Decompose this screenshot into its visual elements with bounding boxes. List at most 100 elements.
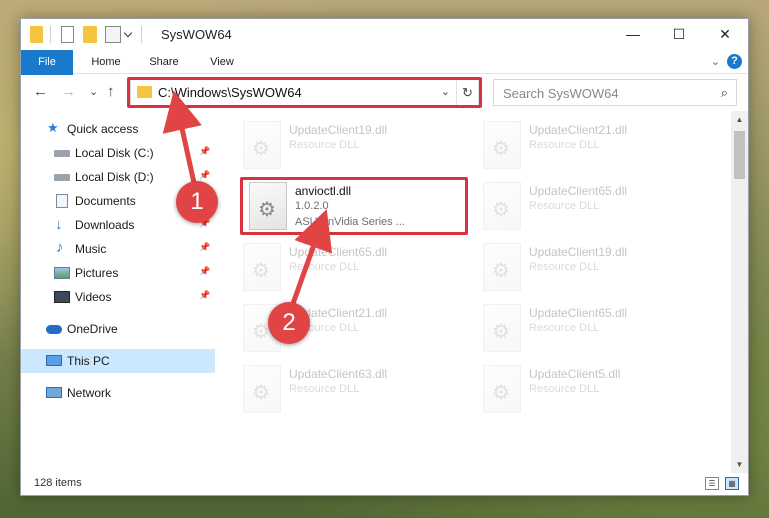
tab-home[interactable]: Home: [81, 50, 131, 74]
sidebar-item-this-pc[interactable]: This PC: [21, 349, 215, 373]
close-button[interactable]: ✕: [702, 19, 748, 50]
sidebar-item-label: Local Disk (D:): [75, 170, 154, 184]
dll-file-icon: ⚙: [483, 182, 521, 230]
chevron-down-icon[interactable]: [123, 28, 133, 38]
dll-file-icon: ⚙: [243, 121, 281, 169]
recent-locations-button[interactable]: ⌄: [89, 85, 98, 98]
file-item[interactable]: ⚙ UpdateClient65.dll Resource DLL: [237, 239, 465, 297]
downloads-icon: ↓: [55, 216, 63, 233]
file-name: UpdateClient5.dll: [529, 367, 621, 381]
dll-file-icon: ⚙: [483, 304, 521, 352]
file-type: Resource DLL: [289, 139, 360, 151]
address-highlight-box: [127, 77, 482, 108]
file-item[interactable]: ⚙ UpdateClient19.dll Resource DLL: [237, 117, 465, 175]
file-type: Resource DLL: [289, 261, 360, 273]
sidebar-item-label: Pictures: [75, 266, 119, 280]
sidebar-item-label: Music: [75, 242, 107, 256]
file-item[interactable]: ⚙ UpdateClient65.dll Resource DLL: [477, 300, 705, 358]
file-item[interactable]: ⚙ UpdateClient65.dll Resource DLL: [477, 178, 705, 236]
file-type: Resource DLL: [529, 383, 600, 395]
file-name: UpdateClient65.dll: [529, 184, 628, 198]
title-bar: SysWOW64 — ☐ ✕: [21, 19, 748, 50]
tab-share[interactable]: Share: [139, 50, 189, 74]
file-item[interactable]: ⚙ UpdateClient63.dll Resource DLL: [237, 361, 465, 419]
file-highlight-box: [240, 177, 468, 235]
file-type: Resource DLL: [289, 383, 360, 395]
file-name: UpdateClient63.dll: [289, 367, 388, 381]
new-folder-icon[interactable]: [83, 26, 97, 43]
file-type: Resource DLL: [529, 261, 600, 273]
sidebar-item-network[interactable]: Network: [21, 381, 215, 405]
file-name: UpdateClient65.dll: [289, 245, 388, 259]
file-name: UpdateClient21.dll: [529, 123, 628, 137]
tab-view[interactable]: View: [197, 50, 247, 74]
file-type: Resource DLL: [529, 139, 600, 151]
item-count: 128 items: [34, 477, 82, 489]
sidebar-item-label: OneDrive: [67, 322, 118, 336]
file-list: ⚙ UpdateClient19.dll Resource DLL ⚙ Upda…: [217, 111, 730, 473]
sidebar-item-pictures[interactable]: Pictures 📌: [21, 261, 215, 285]
expand-ribbon-icon[interactable]: ⌄: [711, 55, 720, 68]
step-1-badge: 1: [176, 181, 218, 223]
back-button[interactable]: ←: [33, 83, 48, 100]
maximize-button[interactable]: ☐: [656, 19, 702, 50]
search-input[interactable]: Search SysWOW64: [503, 86, 619, 101]
sidebar-item-onedrive[interactable]: OneDrive: [21, 317, 215, 341]
documents-icon: [56, 194, 68, 208]
help-icon[interactable]: ?: [727, 54, 742, 69]
file-item[interactable]: ⚙ UpdateClient5.dll Resource DLL: [477, 361, 705, 419]
explorer-window: SysWOW64 — ☐ ✕ File Home Share View ⌄ ? …: [20, 18, 749, 496]
details-view-icon[interactable]: ☰: [705, 477, 719, 490]
sidebar-item-label: Documents: [75, 194, 136, 208]
status-bar: 128 items ☰ ▦: [21, 473, 748, 495]
scroll-down-icon[interactable]: ▼: [731, 456, 748, 473]
videos-icon: [54, 291, 70, 303]
scroll-thumb[interactable]: [734, 131, 745, 179]
scroll-up-icon[interactable]: ▲: [731, 111, 748, 128]
file-item[interactable]: ⚙ UpdateClient21.dll Resource DLL: [477, 117, 705, 175]
folder-icon: [30, 26, 43, 43]
drive-icon: [54, 174, 70, 181]
up-button[interactable]: ↑: [107, 83, 115, 100]
window-title: SysWOW64: [161, 27, 232, 42]
sidebar-item-videos[interactable]: Videos 📌: [21, 285, 215, 309]
file-name: UpdateClient19.dll: [529, 245, 628, 259]
file-name: UpdateClient65.dll: [529, 306, 628, 320]
sidebar-item-music[interactable]: ♪ Music 📌: [21, 237, 215, 261]
ribbon-tabs: File Home Share View ⌄ ?: [21, 50, 748, 108]
forward-button[interactable]: →: [61, 83, 76, 100]
cloud-icon: [46, 325, 62, 334]
file-type: Resource DLL: [529, 322, 600, 334]
dll-file-icon: ⚙: [243, 243, 281, 291]
drive-icon: [54, 150, 70, 157]
pin-icon: 📌: [199, 266, 211, 276]
properties-icon[interactable]: [61, 26, 74, 43]
search-icon[interactable]: ⌕: [721, 85, 728, 101]
minimize-button[interactable]: —: [610, 19, 656, 50]
customize-toolbar-icon[interactable]: [105, 26, 121, 43]
pictures-icon: [54, 267, 70, 279]
sidebar-item-quick-access[interactable]: ★ Quick access: [21, 117, 215, 141]
sidebar-item-local-disk-c[interactable]: Local Disk (C:) 📌: [21, 141, 215, 165]
vertical-scrollbar[interactable]: ▲ ▼: [731, 111, 748, 473]
sidebar-item-label: Downloads: [75, 218, 135, 232]
sidebar-item-label: Local Disk (C:): [75, 146, 154, 160]
sidebar-item-label: Quick access: [67, 122, 139, 136]
sidebar-item-label: Network: [67, 386, 112, 400]
dll-file-icon: ⚙: [483, 243, 521, 291]
dll-file-icon: ⚙: [243, 365, 281, 413]
file-item[interactable]: ⚙ UpdateClient19.dll Resource DLL: [477, 239, 705, 297]
pin-icon: 📌: [199, 146, 211, 156]
network-icon: [46, 387, 62, 398]
search-box[interactable]: Search SysWOW64 ⌕: [493, 79, 737, 106]
computer-icon: [46, 355, 62, 366]
sidebar-item-label: Videos: [75, 290, 112, 304]
file-type: Resource DLL: [529, 200, 600, 212]
navigation-bar: ← → ⌄ ↑ C:\Windows\SysWOW64 ⌄ ↻ Search S…: [21, 75, 748, 109]
pin-icon: 📌: [199, 290, 211, 300]
separator: [50, 26, 51, 43]
pin-icon: 📌: [199, 170, 211, 180]
large-icons-view-icon[interactable]: ▦: [725, 477, 739, 490]
dll-file-icon: ⚙: [483, 365, 521, 413]
dll-file-icon: ⚙: [483, 121, 521, 169]
